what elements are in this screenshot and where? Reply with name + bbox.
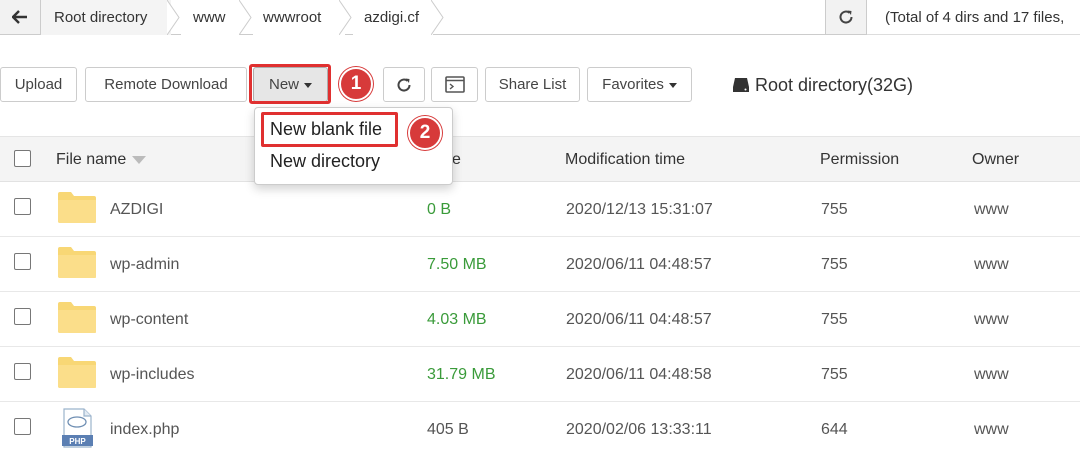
breadcrumb: Root directory www wwwroot azdigi.cf [41,0,825,35]
breadcrumb-item-root[interactable]: Root directory [41,0,171,35]
new-button-highlight [249,64,331,104]
file-owner: www [974,421,1009,438]
menu-item-new-directory[interactable]: New directory [270,151,380,172]
file-permission[interactable]: 755 [821,237,848,292]
row-checkbox[interactable] [14,363,31,380]
file-name[interactable]: wp-admin [110,237,179,292]
table-row[interactable]: PHP index.php 405 B 2020/02/06 13:33:11 … [0,402,1080,457]
header-owner[interactable]: Owner [972,137,1019,183]
header-file-name[interactable]: File name [56,137,147,183]
file-name[interactable]: wp-includes [110,347,194,402]
table-header: File name e Modification time Permission… [0,136,1080,182]
upload-button[interactable]: Upload [0,67,77,102]
file-size[interactable]: 4.03 MB [427,292,487,347]
favorites-label: Favorites [602,76,664,93]
share-list-label: Share List [498,76,567,93]
step-badge-1: 1 [339,67,373,101]
upload-label: Upload [14,76,63,93]
file-size[interactable]: 31.79 MB [427,347,495,402]
file-mtime: 2020/06/11 04:48:57 [566,311,712,328]
file-owner: www [974,256,1009,273]
disk-info[interactable]: Root directory(32G) [732,70,913,100]
header-size[interactable]: e [452,137,461,183]
folder-icon [58,192,96,223]
remote-download-label: Remote Download [104,76,228,93]
file-name[interactable]: wp-content [110,292,188,347]
favorites-button[interactable]: Favorites [587,67,692,102]
table-row[interactable]: wp-content 4.03 MB 2020/06/11 04:48:57 7… [0,292,1080,347]
file-size[interactable]: 0 B [427,182,451,237]
breadcrumb-label: www [193,9,226,26]
file-size[interactable]: 7.50 MB [427,237,487,292]
file-permission[interactable]: 755 [821,182,848,237]
file-permission[interactable]: 755 [821,347,848,402]
chevron-right-icon [431,0,444,35]
folder-icon [58,357,96,388]
sort-down-icon [132,155,147,164]
total-count-text: (Total of 4 dirs and 17 files, [885,9,1065,26]
step-badge-2: 2 [408,116,442,150]
refresh-path-button[interactable] [825,0,867,35]
header-modification-time[interactable]: Modification time [565,137,685,183]
folder-icon [58,247,96,278]
php-file-icon: PHP [62,408,93,448]
hdd-icon [733,78,749,92]
arrow-left-icon [12,10,27,24]
remote-download-button[interactable]: Remote Download [85,67,247,102]
table-row[interactable]: wp-admin 7.50 MB 2020/06/11 04:48:57 755… [0,237,1080,292]
breadcrumb-item-azdigi[interactable]: azdigi.cf [353,0,433,35]
caret-down-icon [668,83,677,88]
chevron-right-icon [239,0,252,35]
breadcrumb-item-wwwroot[interactable]: wwwroot [253,0,345,35]
breadcrumb-item-www[interactable]: www [181,0,239,35]
breadcrumb-label: wwwroot [263,9,322,26]
file-owner: www [974,201,1009,218]
header-label: File name [56,151,127,168]
file-mtime: 2020/02/06 13:33:11 [566,421,712,438]
new-blank-file-highlight [261,112,398,147]
file-name[interactable]: AZDIGI [110,182,163,237]
terminal-button[interactable] [431,67,478,102]
folder-icon [58,302,96,333]
table-row[interactable]: AZDIGI 0 B 2020/12/13 15:31:07 755 www [0,182,1080,237]
row-checkbox[interactable] [14,253,31,270]
chevron-right-icon [167,0,180,35]
chevron-right-icon [339,0,352,35]
row-checkbox[interactable] [14,418,31,435]
file-permission[interactable]: 755 [821,292,848,347]
svg-text:PHP: PHP [69,437,86,446]
file-mtime: 2020/06/11 04:48:58 [566,366,712,383]
row-checkbox[interactable] [14,198,31,215]
file-permission[interactable]: 644 [821,402,848,457]
file-name[interactable]: index.php [110,402,179,457]
header-permission[interactable]: Permission [820,137,899,183]
file-mtime: 2020/06/11 04:48:57 [566,256,712,273]
back-button[interactable] [0,0,41,35]
file-mtime: 2020/12/13 15:31:07 [566,201,713,218]
file-owner: www [974,366,1009,383]
refresh-icon [839,10,853,24]
breadcrumb-label: azdigi.cf [364,9,420,26]
share-list-button[interactable]: Share List [485,67,580,102]
refresh-button[interactable] [383,67,425,102]
table-row[interactable]: wp-includes 31.79 MB 2020/06/11 04:48:58… [0,347,1080,402]
terminal-icon [444,76,465,93]
refresh-icon [397,78,411,92]
disk-label: Root directory(32G) [755,74,914,95]
file-size[interactable]: 405 B [427,402,469,457]
row-checkbox[interactable] [14,308,31,325]
file-owner: www [974,311,1009,328]
breadcrumb-label: Root directory [54,9,148,26]
select-all-checkbox[interactable] [14,150,31,167]
breadcrumb-bar: Root directory www wwwroot azdigi.cf (To… [0,0,1080,35]
